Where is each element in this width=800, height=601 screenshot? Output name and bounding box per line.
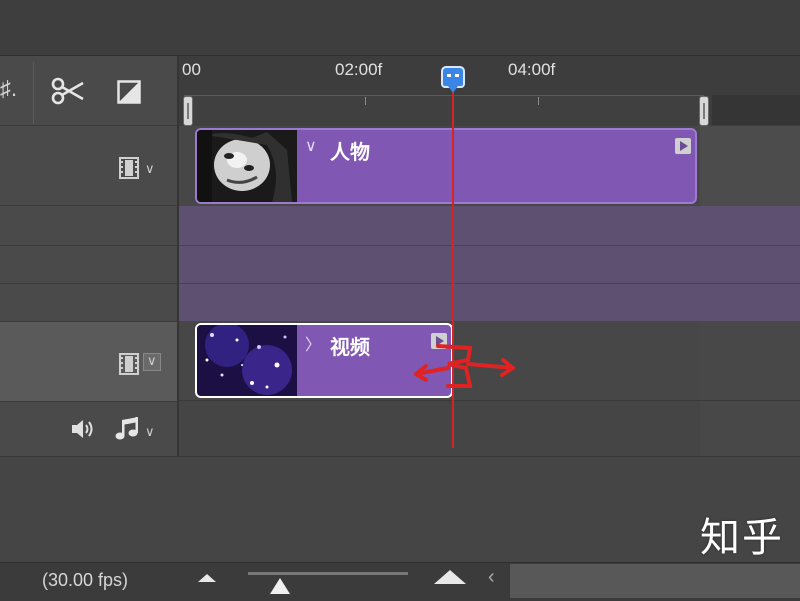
track-divider [0,321,177,322]
music-note-icon-svg [115,417,138,440]
clip-thumbnail [197,325,297,396]
ruler-tick [365,97,366,105]
scroll-left-icon[interactable]: ‹ [488,566,495,589]
chevron-down-icon: ∨ [147,353,157,368]
portrait-thumbnail [197,130,297,202]
work-area-end-handle[interactable] [699,96,709,126]
clip-expand-chevron-icon[interactable]: ∨ [305,136,317,156]
sparkle-thumbnail [197,325,297,396]
clip-label: 人物 [330,140,370,164]
lane-tail [700,321,800,456]
track-divider [0,205,177,206]
transition-icon-svg [117,80,141,104]
film-icon[interactable] [119,353,139,380]
lane-divider [179,245,800,246]
drag-arrow-annotation [414,344,515,388]
zoom-in-icon[interactable] [434,570,466,584]
video-track-1-expanded-lane [179,206,800,321]
ruler-label-00: 00 [182,60,201,79]
zoom-slider-track[interactable] [248,572,408,575]
watermark-text: 知乎 [700,515,784,561]
track-divider [0,401,177,402]
timeline-empty-area [0,456,800,563]
film-icon[interactable] [119,157,139,184]
ruler-label-0400: 04:00f [508,60,556,79]
scissors-icon[interactable] [50,77,86,110]
playhead-handle[interactable] [441,66,465,93]
top-toolbar-area [0,0,800,56]
music-note-icon[interactable] [114,416,140,447]
lane-tail [700,126,800,206]
toolbar-separator [33,62,34,124]
speaker-icon[interactable] [70,418,96,445]
horizontal-scrollbar[interactable] [510,564,800,598]
transition-icon[interactable] [117,80,141,109]
playhead-grip [447,74,459,81]
zoom-out-icon[interactable] [198,574,216,582]
scissors-icon-svg [51,77,84,105]
playhead-line [452,80,454,448]
lane-divider [179,283,800,284]
ruler-label-0200: 02:00f [335,60,383,79]
track-divider [0,245,177,246]
work-area-start-handle[interactable] [183,96,193,126]
toolbar-fragment: ♯. [0,76,18,101]
chevron-down-icon[interactable]: ∨ [145,424,155,440]
clip-label: 视频 [330,335,370,359]
zoom-slider-thumb[interactable] [270,578,290,594]
work-area-bar[interactable] [184,95,704,126]
film-icon-svg [119,353,139,375]
ruler-tick [538,97,539,105]
track-divider [0,125,177,126]
lane-divider [179,400,800,401]
film-icon-svg [119,157,139,179]
split-tool-fragment-icon[interactable]: ♯. [0,78,17,100]
chevron-down-icon[interactable]: ∨ [145,161,155,177]
transition-end-icon[interactable] [675,138,691,154]
ruler-outside-range [712,95,800,125]
speaker-icon-svg [72,420,93,438]
fps-readout: (30.00 fps) [42,570,129,590]
clip-person[interactable]: ∨ 人物 [195,128,697,204]
clip-thumbnail [197,130,297,202]
clip-expand-chevron-icon[interactable]: 〉 [305,331,321,355]
dropdown-button[interactable]: ∨ [143,353,161,371]
track-divider [0,283,177,284]
